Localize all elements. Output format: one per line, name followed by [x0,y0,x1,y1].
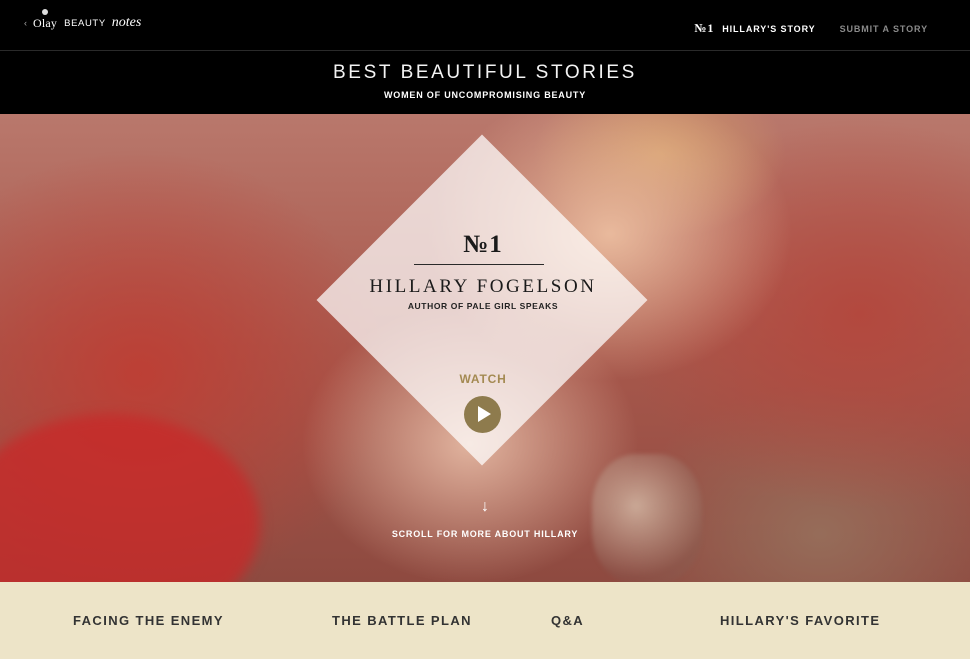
section-navigation: FACING THE ENEMY THE BATTLE PLAN Q&A HIL… [0,582,970,659]
submit-story-link[interactable]: SUBMIT A STORY [840,24,928,34]
top-nav-links: №1 HILLARY'S STORY SUBMIT A STORY [694,21,928,36]
story-card-number: №1 [463,231,503,258]
top-navigation: ‹ Olay BEAUTY notes №1 HILLARY'S STORY S… [0,0,970,51]
scroll-prompt[interactable]: SCROLL FOR MORE ABOUT HILLARY [0,529,970,539]
section-link-qa[interactable]: Q&A [551,613,584,628]
background-necklace [592,454,702,582]
current-story-link[interactable]: №1 HILLARY'S STORY [694,21,815,36]
page-subtitle: WOMEN OF UNCOMPROMISING BEAUTY [384,90,586,100]
page-header: BEST BEAUTIFUL STORIES WOMEN OF UNCOMPRO… [0,52,970,114]
section-link-hillarys-favorite[interactable]: HILLARY'S FAVORITE [720,613,880,628]
story-card: №1 HILLARY FOGELSON AUTHOR OF PALE GIRL … [318,136,648,466]
section-link-the-battle-plan[interactable]: THE BATTLE PLAN [332,613,472,628]
down-arrow-icon[interactable]: ↓ [0,498,970,516]
brand-beauty: BEAUTY [64,17,106,29]
play-icon [478,406,491,422]
brand-notes: notes [111,15,142,30]
back-arrow-icon[interactable]: ‹ [24,18,27,28]
divider [414,264,544,265]
story-role: AUTHOR OF PALE GIRL SPEAKS [407,301,559,311]
brand-olay: Olay [33,16,58,30]
hero-image: №1 HILLARY FOGELSON AUTHOR OF PALE GIRL … [0,114,970,582]
olay-emblem-icon [42,9,48,15]
story-label: HILLARY'S STORY [722,23,816,34]
story-number: №1 [694,21,715,35]
olay-beauty-notes-logo[interactable]: ‹ Olay BEAUTY notes [24,9,142,32]
section-link-facing-the-enemy[interactable]: FACING THE ENEMY [73,613,224,628]
page-title: BEST BEAUTIFUL STORIES [333,62,637,83]
story-name: HILLARY FOGELSON [369,276,597,297]
play-button[interactable] [464,396,501,433]
olay-logo-mark: Olay [33,9,58,32]
watch-label[interactable]: WATCH [318,372,648,386]
